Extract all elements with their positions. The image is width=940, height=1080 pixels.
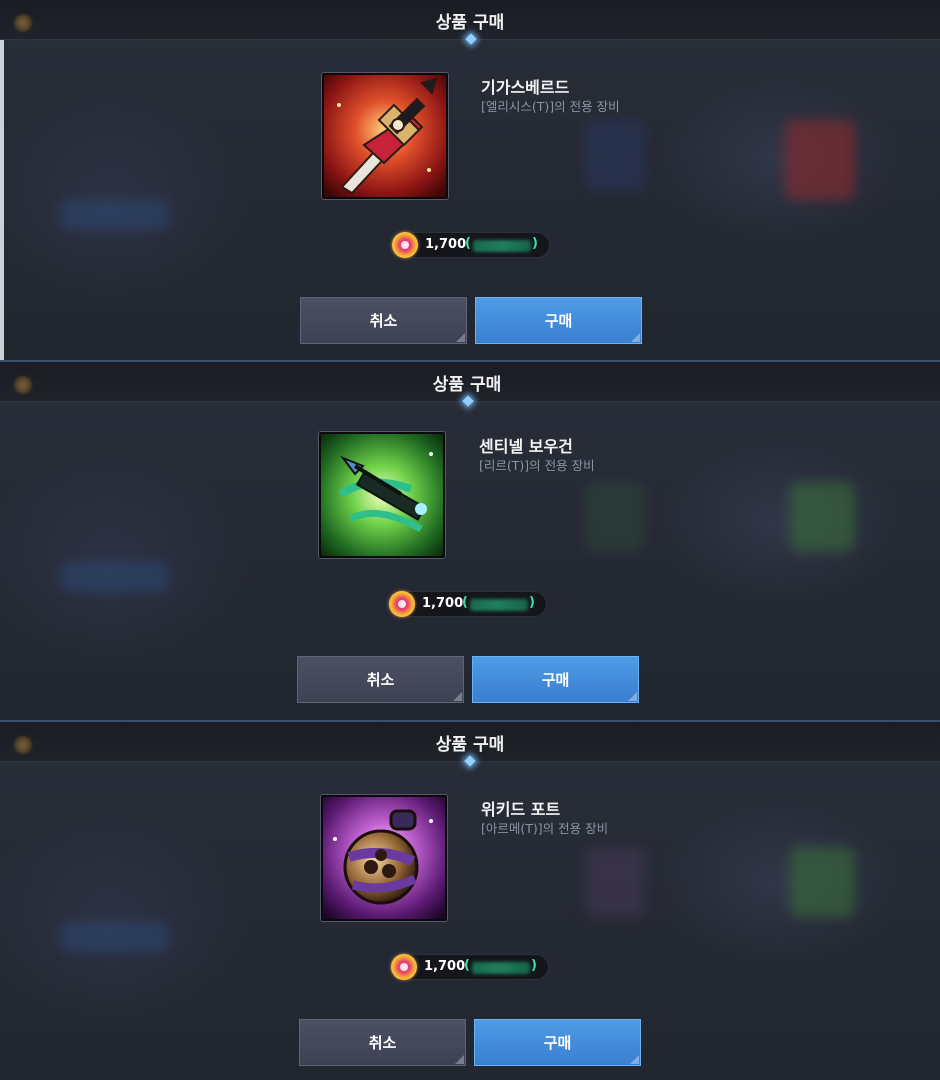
gem-coin-icon: [389, 591, 415, 617]
cancel-button-label: 취소: [368, 1034, 397, 1052]
price-value: 1,700: [425, 237, 467, 252]
red-sword-icon: [324, 75, 446, 197]
screenshot-stack: 상품 구매 기가스베르드 [엘리시스(T)]의 전용 장비 1,700 () …: [0, 0, 940, 1080]
item-name: 센티넬 보우건: [479, 437, 573, 456]
corner-accent: [456, 333, 465, 342]
green-crossbow-icon: [321, 434, 443, 556]
blurred-background-item: [585, 120, 645, 190]
item-owner-description: [리르(T)]의 전용 장비: [479, 458, 595, 473]
corner-accent: [631, 333, 640, 342]
owned-balance-open: (: [462, 595, 468, 610]
buy-button-label: 구매: [543, 1034, 572, 1052]
price-value: 1,700: [422, 596, 464, 611]
buy-button[interactable]: 구매: [474, 1019, 641, 1066]
cancel-button[interactable]: 취소: [297, 656, 464, 703]
corner-accent: [628, 692, 637, 701]
item-image: [321, 795, 447, 921]
item-owner-description: [엘리시스(T)]의 전용 장비: [481, 99, 620, 114]
item-name: 위키드 포트: [481, 800, 561, 819]
owned-balance-open: (: [464, 958, 470, 973]
corner-accent: [455, 1055, 464, 1064]
buy-button-label: 구매: [544, 312, 573, 330]
price-display: 1,700 ( ): [389, 591, 547, 617]
price-display: 1,700 ( ): [391, 954, 549, 980]
owned-balance-close: ): [529, 595, 535, 610]
blurred-background-item: [790, 847, 855, 917]
cancel-button-label: 취소: [366, 671, 395, 689]
price-value: 1,700: [424, 959, 466, 974]
item-image: [322, 73, 448, 199]
blurred-background-item: [585, 482, 645, 552]
dialog-title: 상품 구매: [435, 735, 505, 755]
buy-button[interactable]: 구매: [472, 656, 639, 703]
purple-pot-icon: [323, 797, 445, 919]
owned-balance-redacted: [470, 599, 528, 611]
item-owner-description: [아르메(T)]의 전용 장비: [481, 821, 609, 836]
purchase-dialog: 상품 구매: [0, 720, 940, 1080]
blurred-background-item: [585, 847, 645, 917]
owned-balance-redacted: [472, 962, 530, 974]
dialog-title-bar: 상품 구매: [0, 362, 940, 402]
corner-accent: [630, 1055, 639, 1064]
dialog-title: 상품 구매: [435, 13, 505, 33]
item-image: [319, 432, 445, 558]
blurred-background-item: [60, 922, 170, 952]
buy-button-label: 구매: [541, 671, 570, 689]
owned-balance-open: (: [465, 236, 471, 251]
blurred-background-item: [790, 482, 855, 552]
owned-balance-close: ): [531, 958, 537, 973]
corner-accent: [453, 692, 462, 701]
window-edge: [0, 0, 4, 360]
price-display: 1,700 ( ): [392, 232, 550, 258]
blurred-background-item: [785, 120, 855, 200]
owned-balance-close: ): [532, 236, 538, 251]
cancel-button[interactable]: 취소: [299, 1019, 466, 1066]
blurred-background-item: [60, 200, 170, 230]
gem-coin-icon: [391, 954, 417, 980]
blurred-background-item: [60, 562, 170, 592]
item-name: 기가스베르드: [481, 78, 570, 97]
cancel-button[interactable]: 취소: [300, 297, 467, 344]
owned-balance-redacted: [473, 240, 531, 252]
purchase-dialog: 상품 구매: [0, 360, 940, 720]
buy-button[interactable]: 구매: [475, 297, 642, 344]
purchase-dialog: 상품 구매: [0, 0, 940, 360]
gem-coin-icon: [392, 232, 418, 258]
cancel-button-label: 취소: [369, 312, 398, 330]
dialog-title: 상품 구매: [432, 375, 502, 395]
